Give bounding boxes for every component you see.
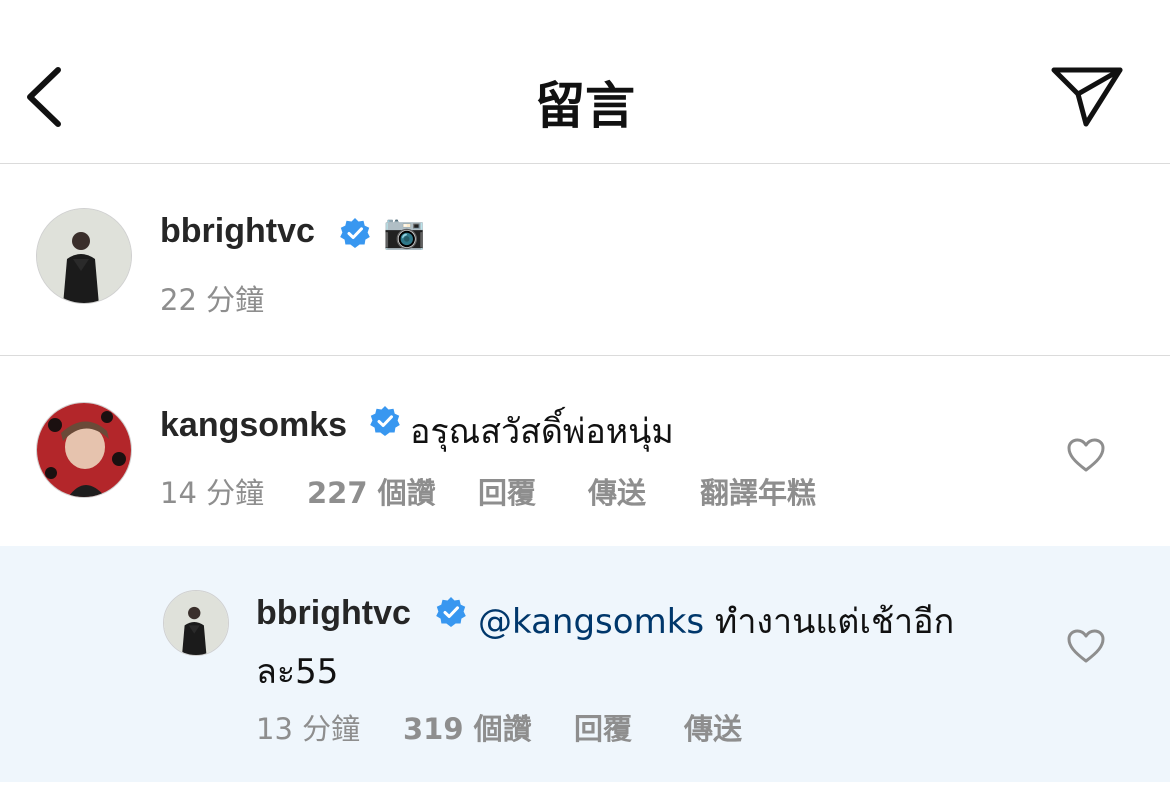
comment-translate-button[interactable]: 翻譯年糕 <box>700 470 816 512</box>
reply-text-line1: @kangsomks ทำงานแต่เช้าอีก <box>478 594 954 648</box>
camera-emoji: 📷 <box>383 212 426 252</box>
avatar[interactable] <box>36 208 132 304</box>
reply-username[interactable]: bbrightvc <box>256 594 411 633</box>
reply-like-count[interactable]: 319 個讚 <box>403 706 532 748</box>
comment-like-count[interactable]: 227 個讚 <box>307 470 436 512</box>
comment-username[interactable]: kangsomks <box>160 406 347 445</box>
comment-reply-button[interactable]: 回覆 <box>478 470 536 512</box>
reply-row: bbrightvc @kangsomks ทำงานแต่เช้าอีก ละ5… <box>0 546 1170 782</box>
mention-link[interactable]: @kangsomks <box>478 602 704 642</box>
reply-text: ทำงานแต่เช้าอีก <box>714 602 955 642</box>
reply-send-button[interactable]: 傳送 <box>684 706 742 748</box>
header-bar: 留言 <box>0 0 1170 164</box>
share-button[interactable] <box>1048 62 1126 132</box>
heart-icon[interactable] <box>1066 628 1106 664</box>
avatar[interactable] <box>163 590 229 656</box>
verified-badge-icon <box>370 406 400 436</box>
comment-timestamp: 14 分鐘 <box>160 476 265 510</box>
reply-timestamp: 13 分鐘 <box>256 712 361 746</box>
heart-icon[interactable] <box>1066 437 1106 473</box>
page-title: 留言 <box>535 77 635 135</box>
comment-send-button[interactable]: 傳送 <box>588 470 646 512</box>
reply-reply-button[interactable]: 回覆 <box>574 706 632 748</box>
avatar[interactable] <box>36 402 132 498</box>
caption-username[interactable]: bbrightvc <box>160 212 315 251</box>
verified-badge-icon <box>436 597 466 627</box>
reply-text-line2: ละ55 <box>256 652 339 692</box>
comment-text: อรุณสวัสดิ์พ่อหนุ่ม <box>410 412 674 452</box>
caption-timestamp: 22 分鐘 <box>160 283 265 317</box>
verified-badge-icon <box>340 218 370 248</box>
paper-plane-icon <box>1051 67 1123 127</box>
post-caption: bbrightvc 📷 22 分鐘 <box>0 164 1170 356</box>
